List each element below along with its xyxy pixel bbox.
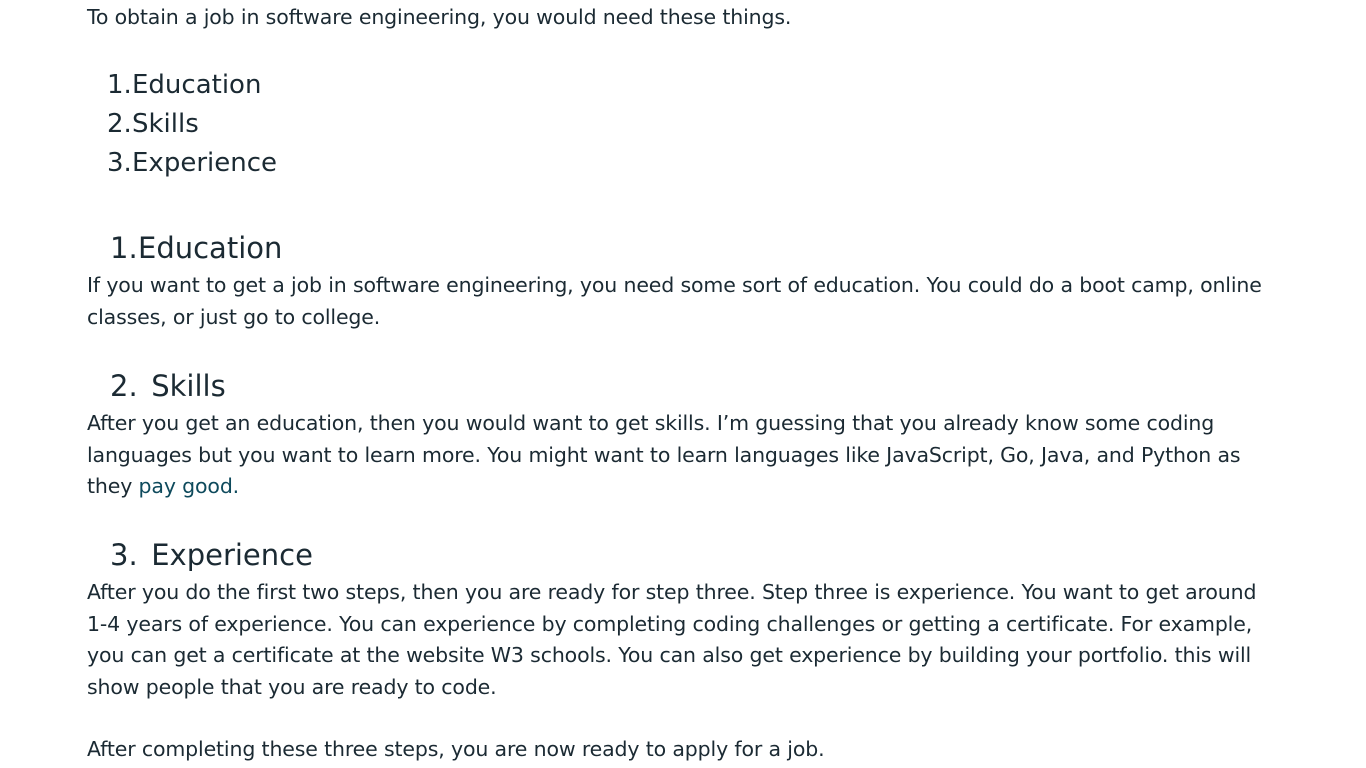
toc-number: 3. [107,148,132,178]
section-title: Experience [142,538,313,572]
toc-number: 1. [107,70,132,100]
skills-paragraph: After you get an education, then you wou… [87,408,1287,503]
education-paragraph: If you want to get a job in software eng… [87,273,1262,329]
table-of-contents: 1. Education 2. Skills 3. Experience [107,66,277,183]
skills-paragraph-tail: pay good. [138,474,240,498]
section-heading-experience: 3. Experience [110,537,313,573]
toc-label: Experience [132,148,277,178]
toc-number: 2. [107,109,132,139]
toc-item-experience: 3. Experience [107,144,277,183]
section-number: 3. [110,538,138,572]
toc-item-skills: 2. Skills [107,105,277,144]
section-heading-education: 1.Education [110,230,282,266]
toc-item-education: 1. Education [107,66,277,105]
section-title: Skills [142,369,226,403]
section-heading-skills: 2. Skills [110,368,226,404]
intro-paragraph: To obtain a job in software engineering,… [87,5,792,29]
toc-label: Skills [132,109,199,139]
section-number: 1. [110,231,138,265]
skills-paragraph-main: After you get an education, then you wou… [87,411,1241,498]
section-number: 2. [110,369,138,403]
experience-paragraph: After you do the first two steps, then y… [87,580,1270,699]
document-page: To obtain a job in software engineering,… [0,0,1366,768]
closing-paragraph: After completing these three steps, you … [87,737,825,761]
section-title: Education [138,231,283,265]
toc-label: Education [132,70,262,100]
